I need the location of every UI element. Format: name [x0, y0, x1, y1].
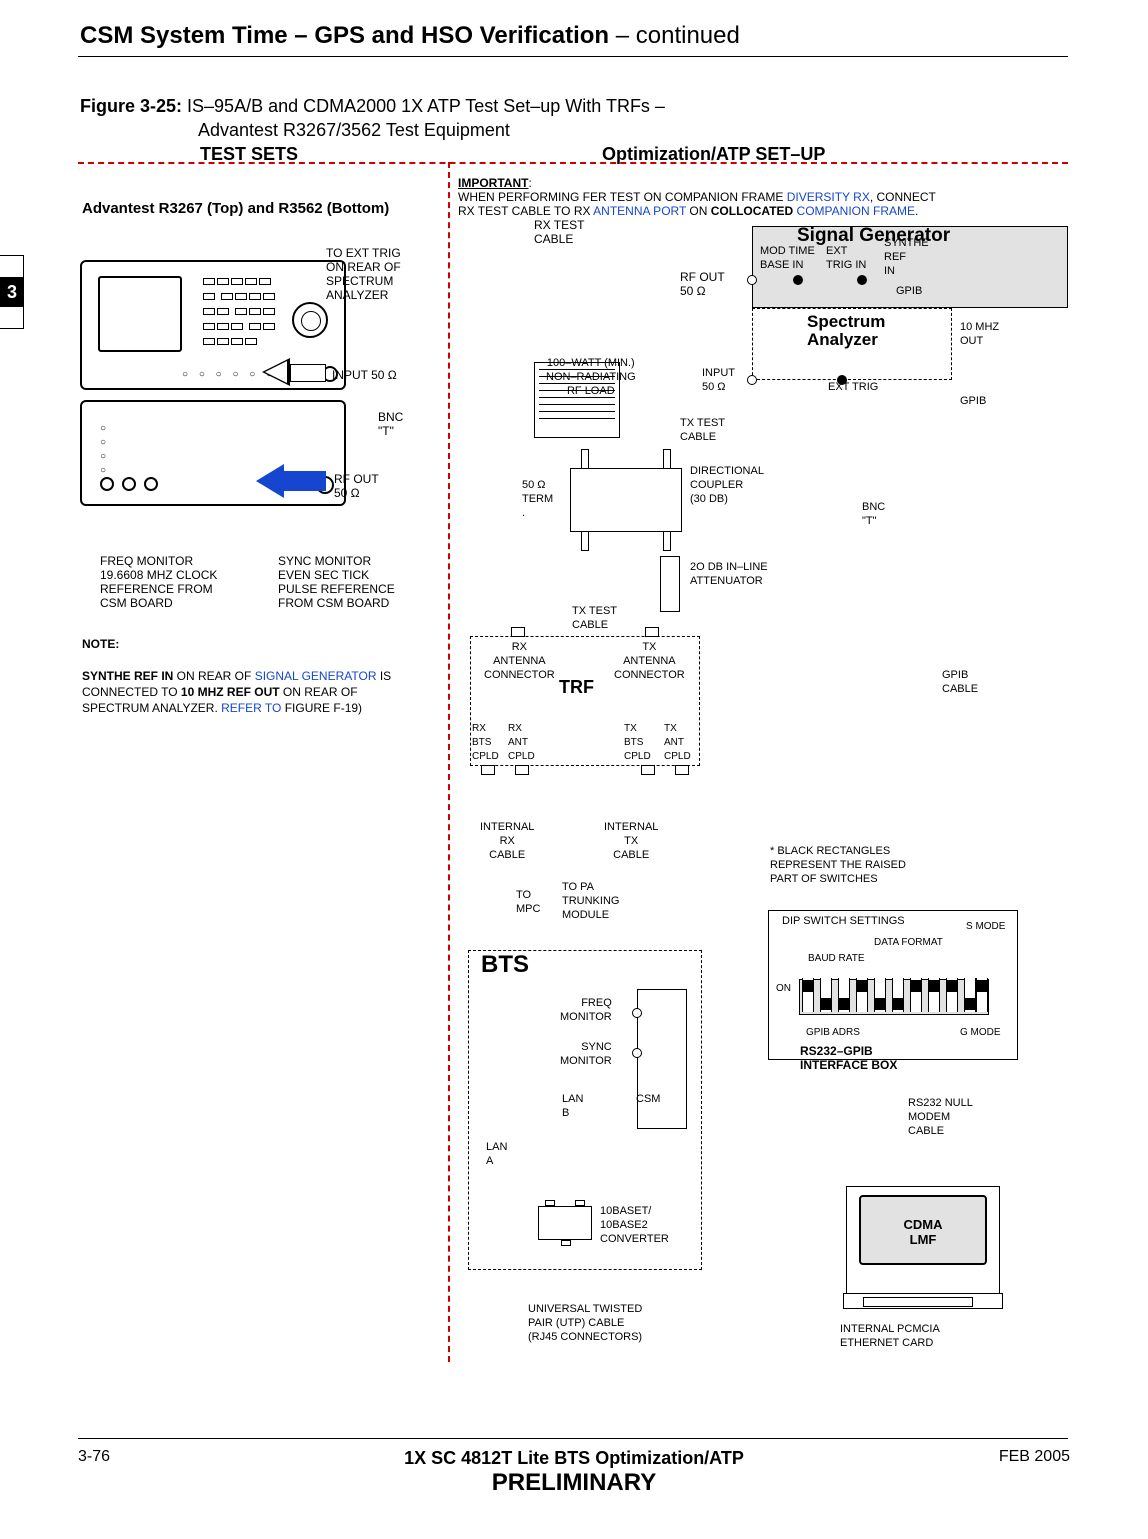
utp-label: UNIVERSAL TWISTED PAIR (UTP) CABLE (RJ45… — [528, 1302, 642, 1344]
input-arrow — [290, 364, 326, 382]
cdma-lmf-screen: CDMA LMF — [859, 1195, 987, 1265]
on-label: ON — [776, 982, 791, 996]
continued-text: – continued — [609, 22, 740, 49]
bnc-t-label2: BNC "T" — [862, 500, 885, 528]
tx-test-cable-label: TX TEST CABLE — [680, 416, 725, 444]
internal-rx-label: INTERNAL RX CABLE — [480, 820, 534, 862]
csm-label: CSM — [636, 1092, 660, 1106]
gpib-label-1: GPIB — [896, 284, 922, 298]
dip-settings-label: DIP SWITCH SETTINGS — [782, 914, 905, 928]
pcmcia-label: INTERNAL PCMCIA ETHERNET CARD — [840, 1322, 940, 1350]
ext-trig-in-label: EXT TRIG IN — [826, 244, 866, 272]
input50-sa-label: INPUT 50 Ω — [702, 366, 735, 394]
s-mode-label: S MODE — [966, 920, 1005, 934]
section-divider-horizontal — [78, 162, 1068, 164]
baud-rate-label: BAUD RATE — [808, 952, 865, 966]
horizontal-rule-top — [78, 56, 1068, 57]
sync-monitor-label: SYNC MONITOR — [560, 1040, 612, 1068]
spectrum-analyzer-box: Spectrum Analyzer — [752, 308, 952, 380]
gpib-cable-label: GPIB CABLE — [942, 668, 978, 696]
lan-a-label: LAN A — [486, 1140, 507, 1168]
tx-bts-cpld-label: TX BTS CPLD — [624, 722, 651, 764]
bts-title: BTS — [481, 951, 529, 979]
directional-coupler-box — [570, 468, 682, 532]
tx-test-cable2-label: TX TEST CABLE — [572, 604, 617, 632]
bnc-t-label: BNC "T" — [378, 410, 403, 438]
internal-tx-label: INTERNAL TX CABLE — [604, 820, 658, 862]
rf-out-arrow-head — [256, 464, 284, 498]
important-note: IMPORTANT: WHEN PERFORMING FER TEST ON C… — [458, 176, 1058, 218]
synthe-ref-label: SYNTHE REF IN — [884, 236, 929, 278]
input50-label: INPUT 50 Ω — [332, 368, 397, 382]
gpib-adrs-label: GPIB ADRS — [806, 1026, 860, 1040]
to-pa-label: TO PA TRUNKING MODULE — [562, 880, 619, 922]
rf-out-arrow — [282, 471, 326, 491]
sync-mon-label: SYNC MONITOR EVEN SEC TICK PULSE REFEREN… — [278, 554, 395, 610]
lan-converter-box — [538, 1206, 592, 1240]
note-box: NOTE: SYNTHE REF IN ON REAR OF SIGNAL GE… — [82, 636, 412, 716]
spectrum-analyzer-title: Spectrum Analyzer — [807, 313, 885, 349]
rf-out-label: RF OUT 50 Ω — [334, 472, 379, 500]
advantest-label: Advantest R3267 (Top) and R3562 (Bottom) — [82, 200, 389, 217]
ext-trig-label: TO EXT TRIG ON REAR OF SPECTRUM ANALYZER — [326, 246, 401, 302]
horizontal-rule-bottom — [78, 1438, 1068, 1439]
to-mpc-label: TO MPC — [516, 888, 540, 916]
tx-ant-cpld-label: TX ANT CPLD — [664, 722, 691, 764]
fifty-term-label: 50 Ω TERM . — [522, 478, 553, 520]
ten-mhz-label: 10 MHZ OUT — [960, 320, 999, 348]
black-rect-label: * BLACK RECTANGLES REPRESENT THE RAISED … — [770, 844, 906, 886]
dip-block — [800, 978, 990, 1014]
g-mode-label: G MODE — [960, 1026, 1001, 1040]
freq-mon-label: FREQ MONITOR 19.6608 MHZ CLOCK REFERENCE… — [100, 554, 217, 610]
footer-date: FEB 2005 — [999, 1448, 1070, 1466]
rf-load-box — [534, 362, 620, 438]
freq-monitor-label: FREQ MONITOR — [560, 996, 612, 1024]
rs232-null-label: RS232 NULL MODEM CABLE — [908, 1096, 973, 1138]
tx-ant-conn-label: TX ANTENNA CONNECTOR — [614, 640, 685, 682]
rx-ant-conn-label: RX ANTENNA CONNECTOR — [484, 640, 555, 682]
section-divider-vertical — [448, 162, 450, 1362]
rs232-gpib-label: RS232–GPIB INTERFACE BOX — [800, 1044, 897, 1072]
figure-title: Figure 3-25: IS–95A/B and CDMA2000 1X AT… — [80, 96, 665, 117]
rx-test-cable-label: RX TEST CABLE — [534, 218, 584, 246]
side-tab: 3 — [0, 277, 24, 307]
rx-ant-cpld-label: RX ANT CPLD — [508, 722, 535, 764]
figure-subtitle: Advantest R3267/3562 Test Equipment — [198, 120, 510, 141]
trf-title: TRF — [559, 677, 594, 698]
data-format-label: DATA FORMAT — [874, 936, 943, 950]
rx-bts-cpld-label: RX BTS CPLD — [472, 722, 499, 764]
tenbase-label: 10BASET/ 10BASE2 CONVERTER — [600, 1204, 669, 1246]
rf-out-sg-label: RF OUT 50 Ω — [680, 270, 725, 298]
ext-trig-label2: EXT TRIG — [828, 380, 878, 394]
cdma-lmf-box: CDMA LMF — [846, 1186, 1000, 1294]
lan-b-label: LAN B — [562, 1092, 583, 1120]
atten-label: 2O DB IN–LINE ATTENUATOR — [690, 560, 768, 588]
footer-center: 1X SC 4812T Lite BTS Optimization/ATP PR… — [0, 1448, 1148, 1497]
gpib-label-2: GPIB — [960, 394, 986, 408]
input-arrow-head — [262, 358, 290, 386]
attenuator-box — [660, 556, 680, 612]
mod-time-label: MOD TIME BASE IN — [760, 244, 815, 272]
dir-coupler-label: DIRECTIONAL COUPLER (30 DB) — [690, 464, 764, 506]
csm-box — [637, 989, 687, 1129]
page-title: CSM System Time – GPS and HSO Verificati… — [80, 22, 740, 50]
